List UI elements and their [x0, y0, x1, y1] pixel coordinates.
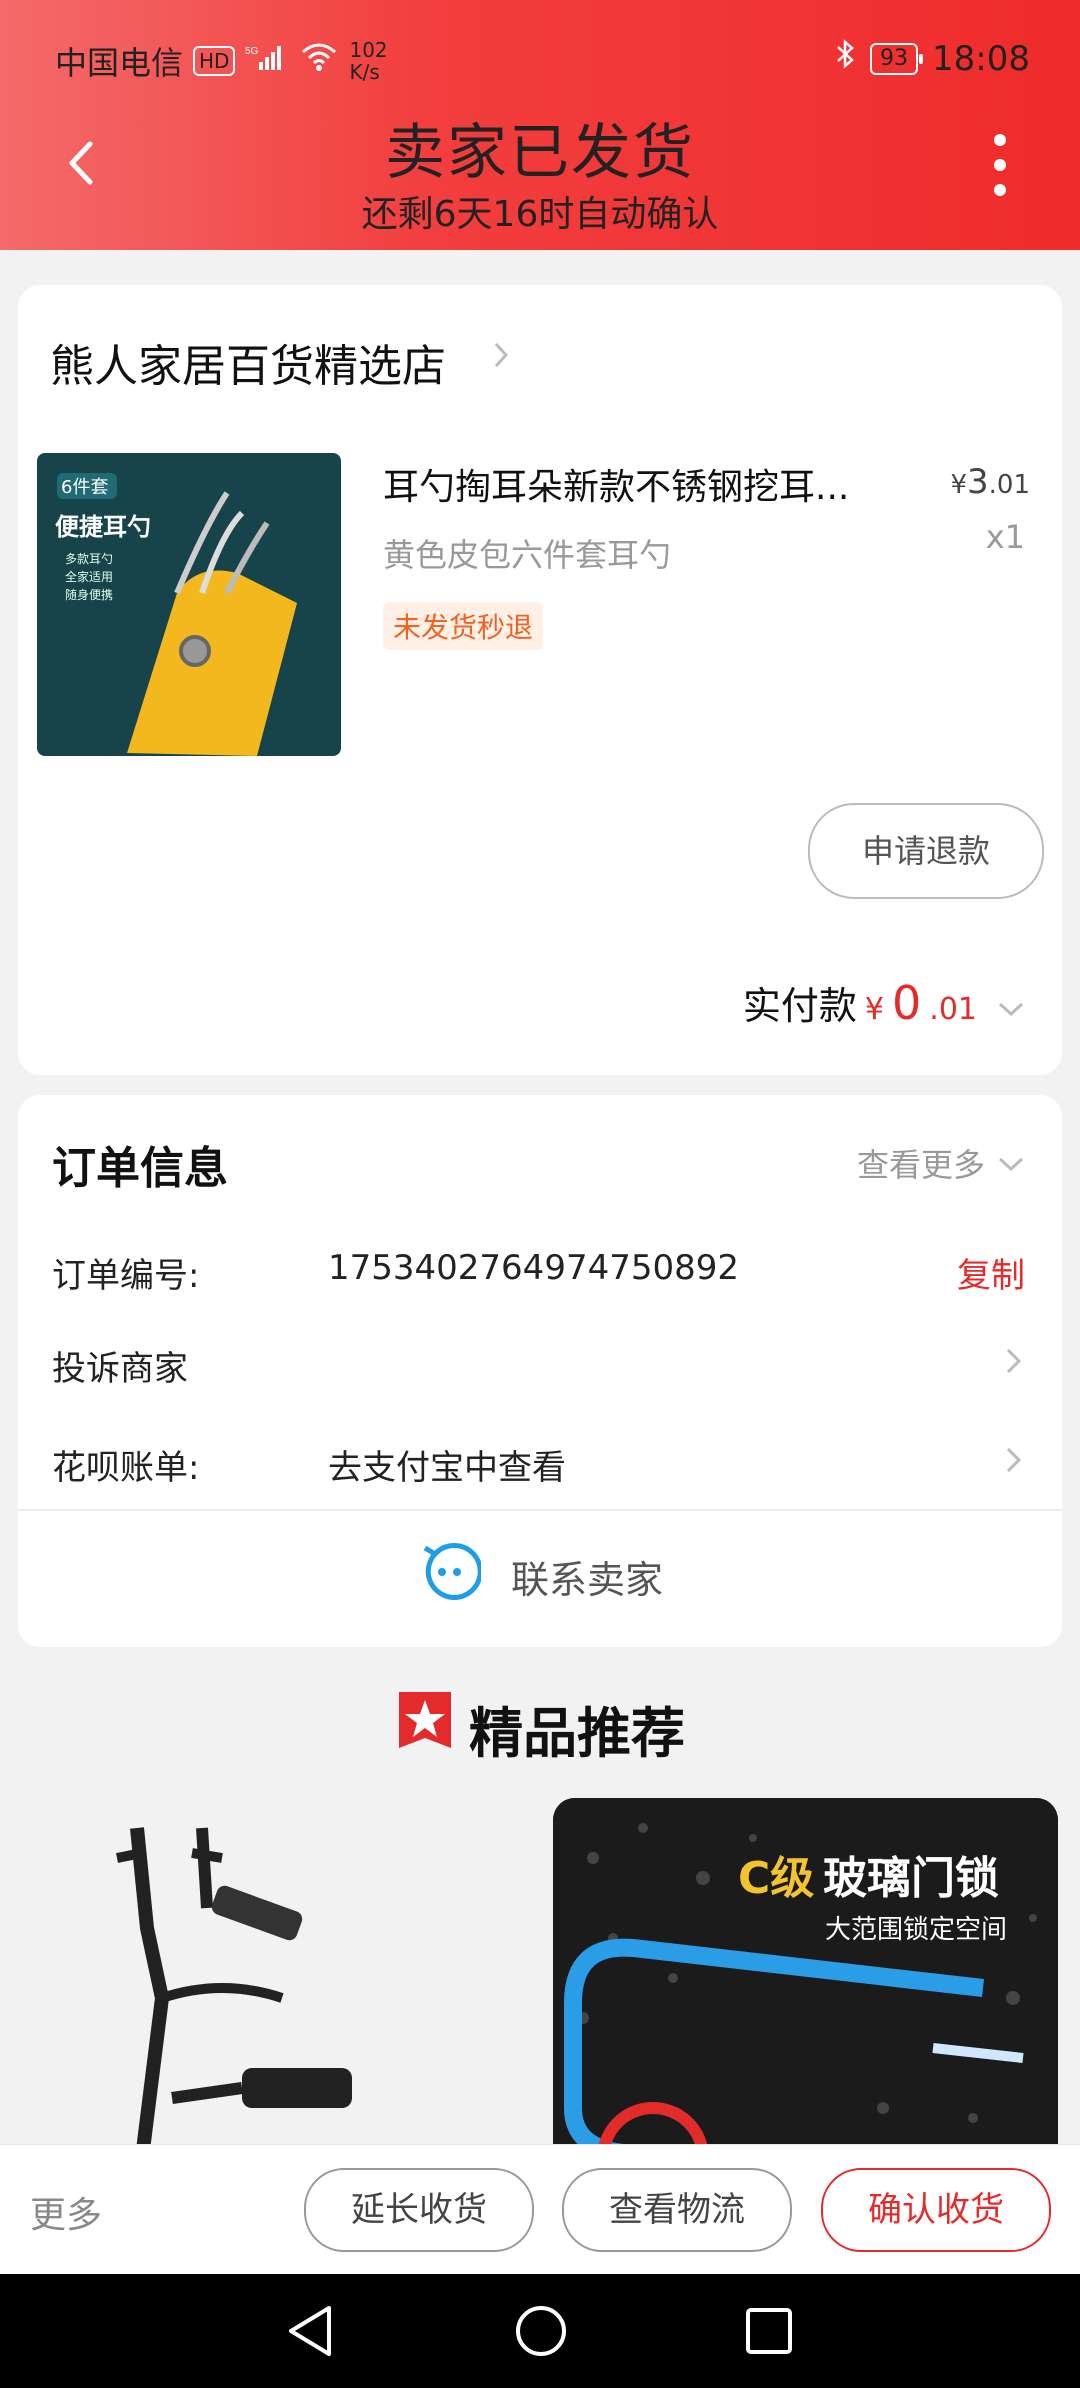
recommend-item-2[interactable]: C级 玻璃门锁 大范围锁定空间: [553, 1798, 1058, 2158]
paid-currency: ¥: [864, 992, 884, 1027]
more-options-icon[interactable]: [980, 130, 1020, 200]
product-price-int: 3: [967, 462, 989, 502]
product-quantity: x1: [985, 518, 1025, 556]
complain-merchant-label[interactable]: 投诉商家: [52, 1341, 188, 1390]
contact-seller-button[interactable]: 联系卖家: [0, 1540, 1080, 1613]
signal-icon: 5G: [245, 42, 289, 80]
nav-back-icon[interactable]: [285, 2304, 335, 2362]
hd-badge: HD: [193, 46, 236, 76]
apply-refund-button[interactable]: 申请退款: [808, 803, 1044, 899]
chevron-down-icon: [997, 1144, 1025, 1182]
product-price-dec: .01: [988, 470, 1030, 500]
huabei-bill-link[interactable]: 去支付宝中查看: [328, 1440, 566, 1489]
paid-amount-dec: .01: [929, 992, 977, 1027]
product-image-bullet-1: 多款耳勺: [65, 552, 113, 566]
page-title: 卖家已发货: [385, 118, 695, 188]
net-speed: 102 K/s: [349, 39, 387, 83]
paid-amount-int: 0: [892, 976, 922, 1030]
svg-text:5G: 5G: [245, 46, 259, 57]
order-number-value: 1753402764974750892: [328, 1248, 740, 1288]
order-info-more[interactable]: 查看更多: [857, 1140, 1025, 1186]
bluetooth-icon: [834, 38, 856, 79]
chevron-right-icon[interactable]: [1003, 1445, 1025, 1479]
recommend-section-title: 精品推荐: [0, 1688, 1080, 1769]
extend-receipt-button[interactable]: 延长收货: [304, 2168, 534, 2252]
status-bar-right: 93 18:08: [834, 38, 1030, 79]
chevron-right-icon[interactable]: [1003, 1346, 1025, 1380]
auto-confirm-countdown: 还剩6天16时自动确认: [361, 194, 719, 235]
copy-order-number-button[interactable]: 复制: [957, 1248, 1025, 1297]
wifi-icon: [299, 42, 339, 80]
star-badge-icon: [395, 1688, 455, 1769]
product-price: ¥3.01: [950, 462, 1030, 502]
net-speed-unit: K/s: [349, 60, 380, 84]
more-actions-button[interactable]: 更多: [30, 2186, 102, 2238]
confirm-receipt-button[interactable]: 确认收货: [821, 2168, 1051, 2252]
recommend-item-2-title-prefix: C级: [738, 1853, 814, 1904]
product-image-title: 便捷耳勺: [55, 513, 151, 541]
chevron-right-icon[interactable]: [488, 340, 514, 370]
chevron-down-icon[interactable]: [997, 984, 1025, 1028]
nav-recents-icon[interactable]: [744, 2306, 794, 2360]
store-name[interactable]: 熊人家居百货精选店: [50, 330, 446, 394]
paid-amount-row[interactable]: 实付款 ¥0.01: [743, 975, 1025, 1030]
clock: 18:08: [932, 38, 1030, 79]
chat-bot-icon: [417, 1540, 483, 1613]
refund-guarantee-tag: 未发货秒退: [383, 602, 544, 650]
carrier-label: 中国电信: [55, 44, 184, 82]
battery-icon: 93: [870, 42, 924, 75]
view-more-label: 查看更多: [856, 1146, 985, 1184]
product-image-bullet-3: 随身便携: [65, 587, 113, 602]
status-bar-left: 中国电信 HD 5G 102 K/s: [55, 38, 388, 84]
recommend-item-2-subtitle: 大范围锁定空间: [825, 1915, 1007, 1945]
recommend-title: 精品推荐: [469, 1702, 685, 1765]
recommend-item-2-title-suffix: 玻璃门锁: [823, 1853, 999, 1904]
system-navigation-bar: [0, 2274, 1080, 2388]
divider: [18, 1509, 1062, 1511]
product-sku: 黄色皮包六件套耳勺: [383, 536, 672, 574]
product-title[interactable]: 耳勺掏耳朵新款不锈钢挖耳...: [383, 458, 903, 510]
contact-seller-label: 联系卖家: [510, 1558, 663, 1602]
view-logistics-button[interactable]: 查看物流: [562, 2168, 792, 2252]
nav-home-icon[interactable]: [514, 2304, 568, 2362]
net-speed-value: 102: [349, 38, 388, 62]
huabei-bill-label: 花呗账单:: [52, 1448, 200, 1488]
product-image-count: 6件套: [61, 477, 108, 498]
product-image-bullet-2: 全家适用: [65, 569, 113, 584]
product-image[interactable]: 6件套 便捷耳勺 多款耳勺 全家适用 随身便携: [37, 453, 341, 756]
recommend-item-1[interactable]: [22, 1798, 527, 2158]
order-number-label: 订单编号:: [52, 1256, 200, 1296]
paid-label: 实付款: [742, 984, 857, 1028]
order-info-title: 订单信息: [52, 1143, 228, 1194]
product-price-symbol: ¥: [950, 470, 967, 500]
